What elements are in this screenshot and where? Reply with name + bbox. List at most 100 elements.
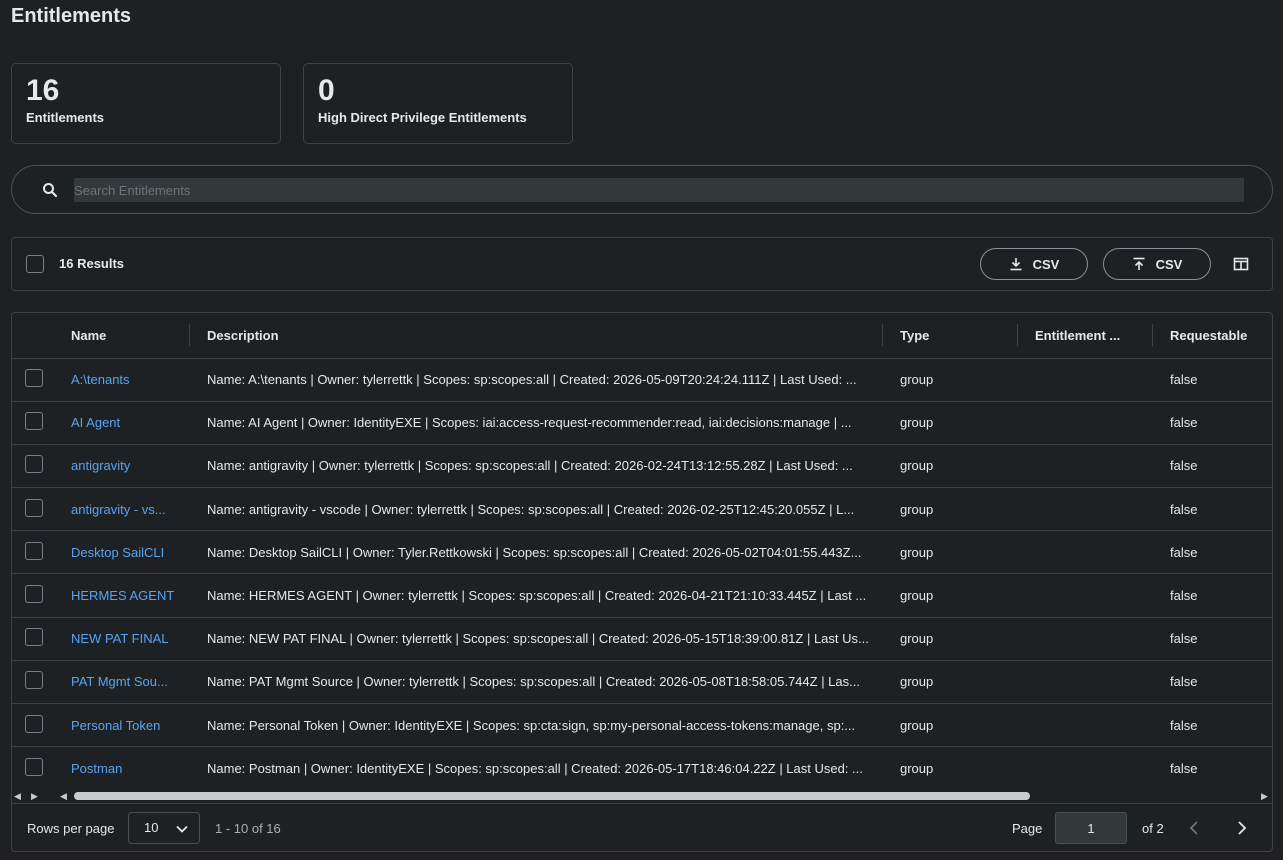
- entitlements-table: Name Description Type Entitlement ... Re…: [11, 312, 1273, 852]
- entitlement-name-link[interactable]: antigravity - vs...: [71, 502, 166, 517]
- table-row[interactable]: PAT Mgmt Sou... Name: PAT Mgmt Source | O…: [12, 660, 1272, 704]
- description-cell: Name: PAT Mgmt Source | Owner: tylerrett…: [207, 674, 860, 690]
- scroll-left-icon[interactable]: ◀: [60, 791, 67, 802]
- requestable-cell: false: [1170, 760, 1198, 776]
- search-input[interactable]: [74, 178, 1244, 202]
- table-row[interactable]: Personal Token Name: Personal Token | Own…: [12, 704, 1272, 747]
- stat-card-entitlements: 16 Entitlements: [11, 63, 281, 144]
- requestable-cell: false: [1170, 415, 1198, 431]
- entitlement-name-link[interactable]: Desktop SailCLI: [71, 545, 164, 560]
- row-checkbox[interactable]: [25, 714, 43, 733]
- row-checkbox-cell: [12, 358, 54, 401]
- table-row[interactable]: HERMES AGENT Name: HERMES AGENT | Owner: …: [12, 574, 1272, 618]
- row-checkbox-cell: [12, 531, 54, 574]
- description-cell: Name: HERMES AGENT | Owner: tylerrettk |…: [207, 588, 867, 604]
- name-cell: HERMES AGENT: [54, 574, 190, 617]
- type-cell: group: [900, 544, 934, 560]
- table-row[interactable]: AI Agent Name: AI Agent | Owner: Identity…: [12, 401, 1272, 445]
- column-header-label: Type: [900, 327, 930, 343]
- columns-icon[interactable]: [1233, 256, 1249, 272]
- download-icon: [1010, 258, 1022, 271]
- entitlement-cell: [1018, 660, 1153, 703]
- entitlement-cell: [1018, 574, 1153, 617]
- entitlement-name-link[interactable]: antigravity: [71, 458, 130, 473]
- column-header-description[interactable]: Description: [190, 313, 883, 358]
- entitlement-name-link[interactable]: A:\tenants: [71, 372, 130, 387]
- name-cell: A:\tenants: [54, 358, 190, 401]
- requestable-cell: false: [1170, 588, 1198, 604]
- entitlement-name-link[interactable]: PAT Mgmt Sou...: [71, 674, 168, 689]
- scroll-left-icon[interactable]: ◀: [14, 791, 21, 802]
- row-checkbox-cell: [12, 704, 54, 747]
- type-cell: group: [900, 631, 934, 647]
- entitlement-cell: [1018, 488, 1153, 531]
- scrollbar-thumb[interactable]: [74, 792, 1030, 800]
- row-checkbox[interactable]: [25, 585, 43, 604]
- chevron-right-icon[interactable]: [1235, 820, 1249, 836]
- description-cell: Name: A:\tenants | Owner: tylerrettk | S…: [207, 372, 857, 388]
- table-row[interactable]: Postman Name: Postman | Owner: IdentityEX…: [12, 747, 1272, 790]
- column-header-entitlement[interactable]: Entitlement ...: [1018, 313, 1153, 358]
- row-checkbox[interactable]: [25, 369, 43, 388]
- type-cell: group: [900, 717, 934, 733]
- select-all-checkbox[interactable]: [26, 255, 44, 273]
- row-checkbox-cell: [12, 444, 54, 487]
- type-cell: group: [900, 372, 934, 388]
- column-header-label: Name: [71, 327, 107, 343]
- entitlement-name-link[interactable]: Postman: [71, 761, 122, 776]
- total-pages-label: of 2: [1142, 821, 1164, 836]
- row-checkbox[interactable]: [25, 412, 43, 431]
- entitlement-cell: [1018, 617, 1153, 660]
- row-checkbox-cell: [12, 401, 54, 444]
- entitlement-cell: [1018, 704, 1153, 747]
- row-checkbox[interactable]: [25, 498, 43, 517]
- row-checkbox[interactable]: [25, 541, 43, 560]
- table-row[interactable]: A:\tenants Name: A:\tenants | Owner: tyle…: [12, 358, 1272, 402]
- upload-csv-button[interactable]: CSV: [1103, 248, 1211, 280]
- column-header-name[interactable]: Name: [54, 313, 190, 358]
- requestable-cell: false: [1170, 717, 1198, 733]
- requestable-cell: false: [1170, 544, 1198, 560]
- row-checkbox-cell: [12, 488, 54, 531]
- scroll-right-icon[interactable]: ▶: [31, 791, 38, 802]
- description-cell: Name: AI Agent | Owner: IdentityEXE | Sc…: [207, 415, 852, 431]
- pagination-bar: Rows per page 10 1 - 10 of 16 Page of 2: [12, 803, 1272, 851]
- entitlement-name-link[interactable]: AI Agent: [71, 415, 120, 430]
- chevron-left-icon[interactable]: [1187, 820, 1201, 836]
- horizontal-scrollbar[interactable]: ◀ ▶ ◀ ▶: [12, 789, 1272, 803]
- column-header-requestable[interactable]: Requestable: [1153, 313, 1272, 358]
- upload-csv-label: CSV: [1155, 256, 1183, 272]
- stat-value: 0: [318, 74, 335, 107]
- chevron-down-icon: [176, 825, 188, 833]
- search-bar: [11, 165, 1273, 214]
- row-checkbox-cell: [12, 574, 54, 617]
- row-checkbox[interactable]: [25, 757, 43, 776]
- table-row[interactable]: NEW PAT FINAL Name: NEW PAT FINAL | Owner…: [12, 617, 1272, 661]
- download-csv-button[interactable]: CSV: [980, 248, 1088, 280]
- row-checkbox[interactable]: [25, 628, 43, 647]
- page-title: Entitlements: [11, 5, 132, 27]
- entitlement-name-link[interactable]: HERMES AGENT: [71, 588, 174, 603]
- name-cell: AI Agent: [54, 401, 190, 444]
- column-header-type[interactable]: Type: [883, 313, 1018, 358]
- type-cell: group: [900, 458, 934, 474]
- entitlement-name-link[interactable]: NEW PAT FINAL: [71, 631, 169, 646]
- requestable-cell: false: [1170, 458, 1198, 474]
- name-cell: Personal Token: [54, 704, 190, 747]
- scroll-right-icon[interactable]: ▶: [1261, 791, 1268, 802]
- table-row[interactable]: antigravity Name: antigravity | Owner: ty…: [12, 444, 1272, 488]
- row-checkbox-cell: [12, 617, 54, 660]
- table-row[interactable]: antigravity - vs... Name: antigravity - v…: [12, 488, 1272, 531]
- requestable-cell: false: [1170, 631, 1198, 647]
- rows-per-page-select[interactable]: 10: [128, 812, 200, 844]
- name-cell: NEW PAT FINAL: [54, 617, 190, 660]
- stat-label: Entitlements: [26, 110, 105, 125]
- page-range-label: 1 - 10 of 16: [215, 821, 281, 836]
- table-row[interactable]: Desktop SailCLI Name: Desktop SailCLI | O…: [12, 531, 1272, 574]
- row-checkbox[interactable]: [25, 455, 43, 474]
- stat-value: 16: [26, 74, 60, 107]
- name-cell: Desktop SailCLI: [54, 531, 190, 574]
- page-number-input[interactable]: [1055, 812, 1127, 844]
- entitlement-name-link[interactable]: Personal Token: [71, 718, 160, 733]
- row-checkbox[interactable]: [25, 671, 43, 690]
